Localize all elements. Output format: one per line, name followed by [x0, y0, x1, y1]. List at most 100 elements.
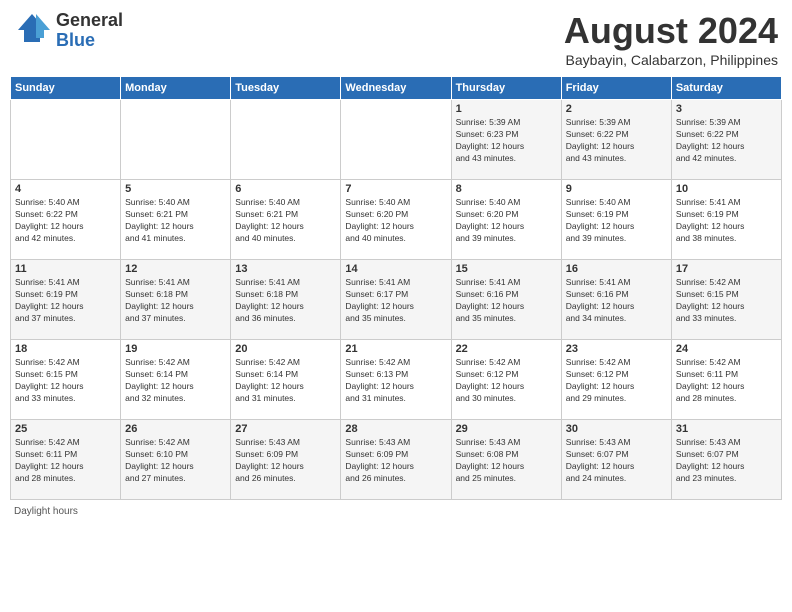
day-number: 18 — [15, 343, 116, 355]
calendar-table: SundayMondayTuesdayWednesdayThursdayFrid… — [10, 76, 782, 500]
calendar-cell: 29Sunrise: 5:43 AM Sunset: 6:08 PM Dayli… — [451, 420, 561, 500]
calendar-cell: 25Sunrise: 5:42 AM Sunset: 6:11 PM Dayli… — [11, 420, 121, 500]
calendar-cell — [11, 100, 121, 180]
location-subtitle: Baybayin, Calabarzon, Philippines — [564, 52, 778, 68]
calendar-cell — [231, 100, 341, 180]
footer: Daylight hours — [10, 506, 782, 517]
day-info: Sunrise: 5:41 AM Sunset: 6:18 PM Dayligh… — [235, 277, 336, 325]
day-number: 3 — [676, 103, 777, 115]
calendar-cell: 17 Sunrise: 5:42 AM Sunset: 6:15 PM Dayli… — [671, 260, 781, 340]
day-number: 22 — [456, 343, 557, 355]
day-info: Sunrise: 5:41 AM Sunset: 6:19 PM Dayligh… — [15, 277, 116, 325]
day-number: 7 — [345, 183, 446, 195]
calendar-cell: 5 Sunrise: 5:40 AM Sunset: 6:21 PM Daylig… — [121, 180, 231, 260]
day-header-saturday: Saturday — [671, 77, 781, 100]
day-info: Sunrise: 5:42 AM Sunset: 6:12 PM Dayligh… — [456, 357, 557, 405]
day-number: 28 — [345, 423, 446, 435]
day-info: Sunrise: 5:41 AM Sunset: 6:17 PM Dayligh… — [345, 277, 446, 325]
day-number: 26 — [125, 423, 226, 435]
day-number: 23 — [566, 343, 667, 355]
day-info: Sunrise: 5:43 AM Sunset: 6:07 PM Dayligh… — [566, 437, 667, 485]
calendar-cell: 1 Sunrise: 5:39 AM Sunset: 6:23 PM Daylig… — [451, 100, 561, 180]
calendar-cell: 13Sunrise: 5:41 AM Sunset: 6:18 PM Dayli… — [231, 260, 341, 340]
calendar-cell: 16 Sunrise: 5:41 AM Sunset: 6:16 PM Dayli… — [561, 260, 671, 340]
page-header: General Blue August 2024 Baybayin, Calab… — [10, 10, 782, 68]
calendar-cell: 28 Sunrise: 5:43 AM Sunset: 6:09 PM Dayli… — [341, 420, 451, 500]
calendar-cell: 14 Sunrise: 5:41 AM Sunset: 6:17 PM Dayli… — [341, 260, 451, 340]
calendar-cell: 15Sunrise: 5:41 AM Sunset: 6:16 PM Dayli… — [451, 260, 561, 340]
day-header-tuesday: Tuesday — [231, 77, 341, 100]
daylight-hours-label: Daylight hours — [14, 506, 78, 517]
day-info: Sunrise: 5:40 AM Sunset: 6:22 PM Dayligh… — [15, 197, 116, 245]
calendar-cell: 31 Sunrise: 5:43 AM Sunset: 6:07 PM Dayli… — [671, 420, 781, 500]
day-number: 10 — [676, 183, 777, 195]
calendar-cell: 12Sunrise: 5:41 AM Sunset: 6:18 PM Dayli… — [121, 260, 231, 340]
logo-text: General Blue — [56, 11, 123, 51]
day-info: Sunrise: 5:40 AM Sunset: 6:20 PM Dayligh… — [456, 197, 557, 245]
logo: General Blue — [14, 10, 123, 51]
day-number: 20 — [235, 343, 336, 355]
calendar-cell: 2Sunrise: 5:39 AM Sunset: 6:22 PM Daylig… — [561, 100, 671, 180]
day-number: 11 — [15, 263, 116, 275]
calendar-cell: 27 Sunrise: 5:43 AM Sunset: 6:09 PM Dayli… — [231, 420, 341, 500]
calendar-cell: 18 Sunrise: 5:42 AM Sunset: 6:15 PM Dayli… — [11, 340, 121, 420]
day-number: 24 — [676, 343, 777, 355]
month-year-title: August 2024 — [564, 10, 778, 52]
day-info: Sunrise: 5:42 AM Sunset: 6:12 PM Dayligh… — [566, 357, 667, 405]
day-number: 27 — [235, 423, 336, 435]
day-number: 21 — [345, 343, 446, 355]
day-number: 19 — [125, 343, 226, 355]
day-header-wednesday: Wednesday — [341, 77, 451, 100]
calendar-cell — [341, 100, 451, 180]
calendar-cell: 19Sunrise: 5:42 AM Sunset: 6:14 PM Dayli… — [121, 340, 231, 420]
calendar-header-row: SundayMondayTuesdayWednesdayThursdayFrid… — [11, 77, 782, 100]
day-info: Sunrise: 5:42 AM Sunset: 6:14 PM Dayligh… — [235, 357, 336, 405]
day-number: 17 — [676, 263, 777, 275]
day-number: 5 — [125, 183, 226, 195]
day-number: 29 — [456, 423, 557, 435]
day-info: Sunrise: 5:43 AM Sunset: 6:07 PM Dayligh… — [676, 437, 777, 485]
day-info: Sunrise: 5:42 AM Sunset: 6:11 PM Dayligh… — [15, 437, 116, 485]
day-info: Sunrise: 5:42 AM Sunset: 6:15 PM Dayligh… — [15, 357, 116, 405]
calendar-week-row: 1 Sunrise: 5:39 AM Sunset: 6:23 PM Daylig… — [11, 100, 782, 180]
calendar-cell: 11 Sunrise: 5:41 AM Sunset: 6:19 PM Dayli… — [11, 260, 121, 340]
calendar-cell — [121, 100, 231, 180]
day-info: Sunrise: 5:43 AM Sunset: 6:09 PM Dayligh… — [235, 437, 336, 485]
day-info: Sunrise: 5:40 AM Sunset: 6:21 PM Dayligh… — [125, 197, 226, 245]
day-number: 2 — [566, 103, 667, 115]
day-number: 9 — [566, 183, 667, 195]
calendar-cell: 10Sunrise: 5:41 AM Sunset: 6:19 PM Dayli… — [671, 180, 781, 260]
day-number: 31 — [676, 423, 777, 435]
day-info: Sunrise: 5:39 AM Sunset: 6:22 PM Dayligh… — [676, 117, 777, 165]
calendar-cell: 9 Sunrise: 5:40 AM Sunset: 6:19 PM Daylig… — [561, 180, 671, 260]
day-header-monday: Monday — [121, 77, 231, 100]
calendar-cell: 4 Sunrise: 5:40 AM Sunset: 6:22 PM Daylig… — [11, 180, 121, 260]
calendar-week-row: 18 Sunrise: 5:42 AM Sunset: 6:15 PM Dayli… — [11, 340, 782, 420]
logo-icon — [14, 10, 50, 46]
day-number: 1 — [456, 103, 557, 115]
day-info: Sunrise: 5:42 AM Sunset: 6:15 PM Dayligh… — [676, 277, 777, 325]
calendar-week-row: 4 Sunrise: 5:40 AM Sunset: 6:22 PM Daylig… — [11, 180, 782, 260]
day-header-friday: Friday — [561, 77, 671, 100]
calendar-cell: 6Sunrise: 5:40 AM Sunset: 6:21 PM Daylig… — [231, 180, 341, 260]
calendar-cell: 20 Sunrise: 5:42 AM Sunset: 6:14 PM Dayli… — [231, 340, 341, 420]
calendar-cell: 21 Sunrise: 5:42 AM Sunset: 6:13 PM Dayli… — [341, 340, 451, 420]
calendar-cell: 30Sunrise: 5:43 AM Sunset: 6:07 PM Dayli… — [561, 420, 671, 500]
day-number: 15 — [456, 263, 557, 275]
calendar-cell: 24Sunrise: 5:42 AM Sunset: 6:11 PM Dayli… — [671, 340, 781, 420]
calendar-cell: 26Sunrise: 5:42 AM Sunset: 6:10 PM Dayli… — [121, 420, 231, 500]
day-info: Sunrise: 5:42 AM Sunset: 6:13 PM Dayligh… — [345, 357, 446, 405]
day-info: Sunrise: 5:39 AM Sunset: 6:23 PM Dayligh… — [456, 117, 557, 165]
day-number: 4 — [15, 183, 116, 195]
day-info: Sunrise: 5:40 AM Sunset: 6:21 PM Dayligh… — [235, 197, 336, 245]
day-number: 16 — [566, 263, 667, 275]
day-info: Sunrise: 5:43 AM Sunset: 6:09 PM Dayligh… — [345, 437, 446, 485]
day-info: Sunrise: 5:41 AM Sunset: 6:16 PM Dayligh… — [566, 277, 667, 325]
day-number: 14 — [345, 263, 446, 275]
day-info: Sunrise: 5:40 AM Sunset: 6:20 PM Dayligh… — [345, 197, 446, 245]
calendar-cell: 22 Sunrise: 5:42 AM Sunset: 6:12 PM Dayli… — [451, 340, 561, 420]
calendar-cell: 8Sunrise: 5:40 AM Sunset: 6:20 PM Daylig… — [451, 180, 561, 260]
day-header-sunday: Sunday — [11, 77, 121, 100]
calendar-cell: 3 Sunrise: 5:39 AM Sunset: 6:22 PM Daylig… — [671, 100, 781, 180]
day-info: Sunrise: 5:40 AM Sunset: 6:19 PM Dayligh… — [566, 197, 667, 245]
